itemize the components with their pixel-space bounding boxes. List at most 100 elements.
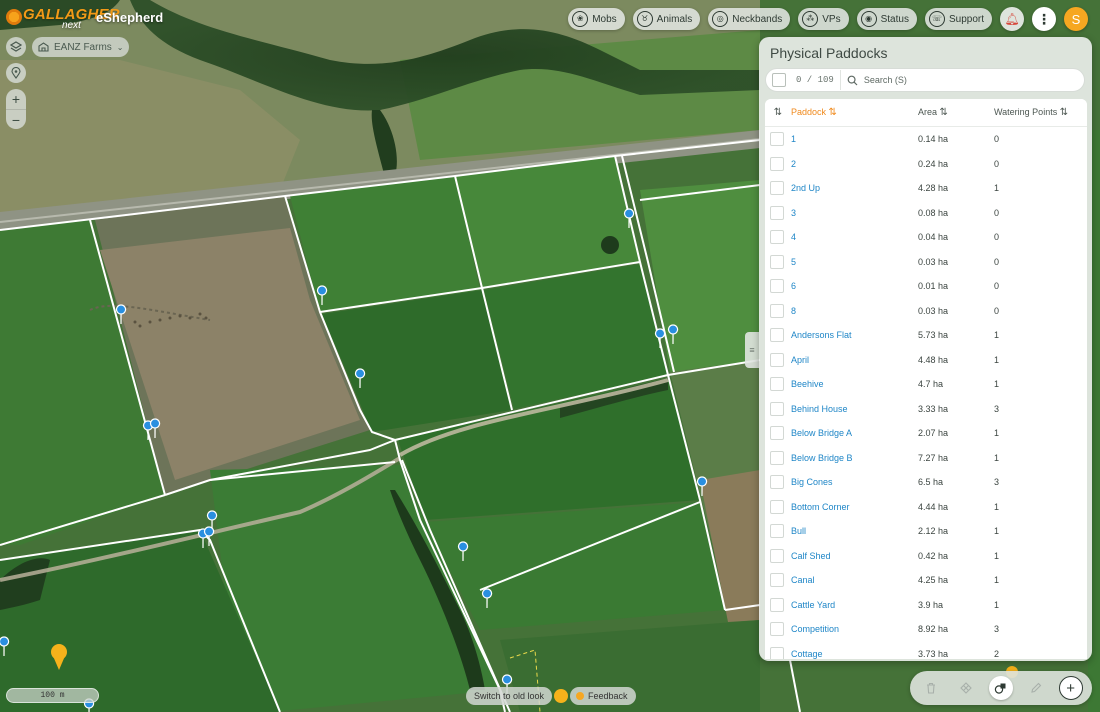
- map-layers-button[interactable]: [6, 37, 26, 57]
- table-row[interactable]: Bull 2.12 ha 1: [765, 519, 1087, 544]
- nav-neckbands-button[interactable]: ◎ Neckbands: [708, 8, 791, 30]
- table-row[interactable]: 6 0.01 ha 0: [765, 274, 1087, 299]
- row-checkbox[interactable]: [770, 303, 784, 318]
- user-avatar[interactable]: S: [1064, 7, 1088, 31]
- table-row[interactable]: Bottom Corner 4.44 ha 1: [765, 495, 1087, 520]
- add-button[interactable]: +: [1058, 676, 1083, 700]
- table-row[interactable]: Competition 8.92 ha 3: [765, 617, 1087, 642]
- table-row[interactable]: Beehive 4.7 ha 1: [765, 372, 1087, 397]
- row-checkbox[interactable]: [770, 352, 784, 367]
- row-checkbox[interactable]: [770, 279, 784, 294]
- table-row[interactable]: 1 0.14 ha 0: [765, 127, 1087, 152]
- paddock-area: 2.07 ha: [918, 428, 949, 439]
- paddock-name-link[interactable]: 3: [791, 208, 918, 218]
- row-checkbox[interactable]: [770, 377, 784, 392]
- column-header-paddock[interactable]: Paddock ⇅: [791, 107, 918, 118]
- paddock-name-link[interactable]: Andersons Flat: [791, 330, 918, 340]
- edit-button[interactable]: [1024, 676, 1048, 700]
- row-checkbox[interactable]: [770, 646, 784, 659]
- paddock-name-link[interactable]: 2: [791, 159, 918, 169]
- paddock-name-link[interactable]: Below Bridge B: [791, 453, 918, 463]
- row-checkbox[interactable]: [770, 156, 784, 171]
- row-checkbox[interactable]: [770, 622, 784, 637]
- paddock-name-link[interactable]: 6: [791, 281, 918, 291]
- paddock-name-link[interactable]: 2nd Up: [791, 183, 918, 193]
- paddock-name-link[interactable]: Behind House: [791, 404, 918, 414]
- row-checkbox[interactable]: [770, 132, 784, 147]
- paddock-watering-points: 1: [994, 599, 1000, 610]
- row-checkbox[interactable]: [770, 426, 784, 441]
- table-row[interactable]: 2nd Up 4.28 ha 1: [765, 176, 1087, 201]
- table-row[interactable]: April 4.48 ha 1: [765, 348, 1087, 373]
- row-checkbox[interactable]: [770, 254, 784, 269]
- table-row[interactable]: Cottage 3.73 ha 2: [765, 642, 1087, 659]
- notifications-button[interactable]: 🔔︎: [1000, 7, 1024, 31]
- table-row[interactable]: 4 0.04 ha 0: [765, 225, 1087, 250]
- column-header-watering-points[interactable]: Watering Points ⇅: [994, 107, 1087, 118]
- row-checkbox[interactable]: [770, 548, 784, 563]
- table-row[interactable]: 8 0.03 ha 0: [765, 299, 1087, 324]
- nav-animals-button[interactable]: ♉ Animals: [632, 8, 701, 30]
- row-checkbox[interactable]: [770, 205, 784, 220]
- paddock-name-link[interactable]: Below Bridge A: [791, 428, 918, 438]
- paddock-watering-points: 3: [994, 477, 1000, 488]
- paddock-name-link[interactable]: Cattle Yard: [791, 600, 918, 610]
- nav-support-button[interactable]: ☏ Support: [924, 8, 992, 30]
- table-row[interactable]: Canal 4.25 ha 1: [765, 568, 1087, 593]
- row-checkbox[interactable]: [770, 499, 784, 514]
- row-checkbox[interactable]: [770, 573, 784, 588]
- paddock-name-link[interactable]: 4: [791, 232, 918, 242]
- shape-tool-button[interactable]: [988, 676, 1013, 700]
- panel-collapse-handle[interactable]: ≡: [745, 332, 759, 368]
- table-row[interactable]: Big Cones 6.5 ha 3: [765, 470, 1087, 495]
- paddock-name-link[interactable]: 5: [791, 257, 918, 267]
- column-options-button[interactable]: ⇅: [765, 107, 791, 118]
- table-row[interactable]: 2 0.24 ha 0: [765, 152, 1087, 177]
- row-checkbox[interactable]: [770, 401, 784, 416]
- feedback-button[interactable]: Feedback: [570, 687, 636, 705]
- select-all-checkbox[interactable]: [772, 73, 786, 87]
- paddock-watering-points: 1: [994, 183, 1000, 194]
- nav-status-button[interactable]: ◉ Status: [856, 8, 917, 30]
- row-checkbox[interactable]: [770, 524, 784, 539]
- search-input[interactable]: [863, 75, 1064, 85]
- paddock-name-link[interactable]: 1: [791, 134, 918, 144]
- table-row[interactable]: Behind House 3.33 ha 3: [765, 397, 1087, 422]
- paddock-name-link[interactable]: Big Cones: [791, 477, 918, 487]
- paddock-name-link[interactable]: Cottage: [791, 649, 918, 659]
- paddock-area: 0.08 ha: [918, 207, 949, 218]
- table-row[interactable]: Calf Shed 0.42 ha 1: [765, 544, 1087, 569]
- switch-old-look-button[interactable]: Switch to old look: [466, 687, 553, 705]
- table-row[interactable]: Cattle Yard 3.9 ha 1: [765, 593, 1087, 618]
- zoom-out-button[interactable]: −: [6, 109, 26, 129]
- paddock-name-link[interactable]: Beehive: [791, 379, 918, 389]
- nav-vps-button[interactable]: ⁂ VPs: [798, 8, 849, 30]
- paddock-name-link[interactable]: 8: [791, 306, 918, 316]
- row-checkbox[interactable]: [770, 597, 784, 612]
- table-row[interactable]: 3 0.08 ha 0: [765, 201, 1087, 226]
- paddock-name-link[interactable]: April: [791, 355, 918, 365]
- zoom-in-button[interactable]: +: [6, 89, 26, 109]
- nav-mobs-button[interactable]: ❀ Mobs: [568, 8, 625, 30]
- table-row[interactable]: Andersons Flat 5.73 ha 1: [765, 323, 1087, 348]
- paddock-name-link[interactable]: Canal: [791, 575, 918, 585]
- more-menu-button[interactable]: ⋮: [1032, 7, 1056, 31]
- search-field[interactable]: [839, 70, 1082, 90]
- delete-button[interactable]: [919, 676, 943, 700]
- locate-button[interactable]: [6, 63, 26, 83]
- paddock-name-link[interactable]: Bottom Corner: [791, 502, 918, 512]
- row-checkbox[interactable]: [770, 181, 784, 196]
- split-button[interactable]: [954, 676, 978, 700]
- table-row[interactable]: 5 0.03 ha 0: [765, 250, 1087, 275]
- paddock-name-link[interactable]: Calf Shed: [791, 551, 918, 561]
- row-checkbox[interactable]: [770, 328, 784, 343]
- row-checkbox[interactable]: [770, 450, 784, 465]
- row-checkbox[interactable]: [770, 475, 784, 490]
- row-checkbox[interactable]: [770, 230, 784, 245]
- paddock-name-link[interactable]: Bull: [791, 526, 918, 536]
- table-row[interactable]: Below Bridge A 2.07 ha 1: [765, 421, 1087, 446]
- farm-selector[interactable]: EANZ Farms ⌄: [32, 37, 130, 57]
- column-header-area[interactable]: Area ⇅: [918, 107, 994, 118]
- paddock-name-link[interactable]: Competition: [791, 624, 918, 634]
- table-row[interactable]: Below Bridge B 7.27 ha 1: [765, 446, 1087, 471]
